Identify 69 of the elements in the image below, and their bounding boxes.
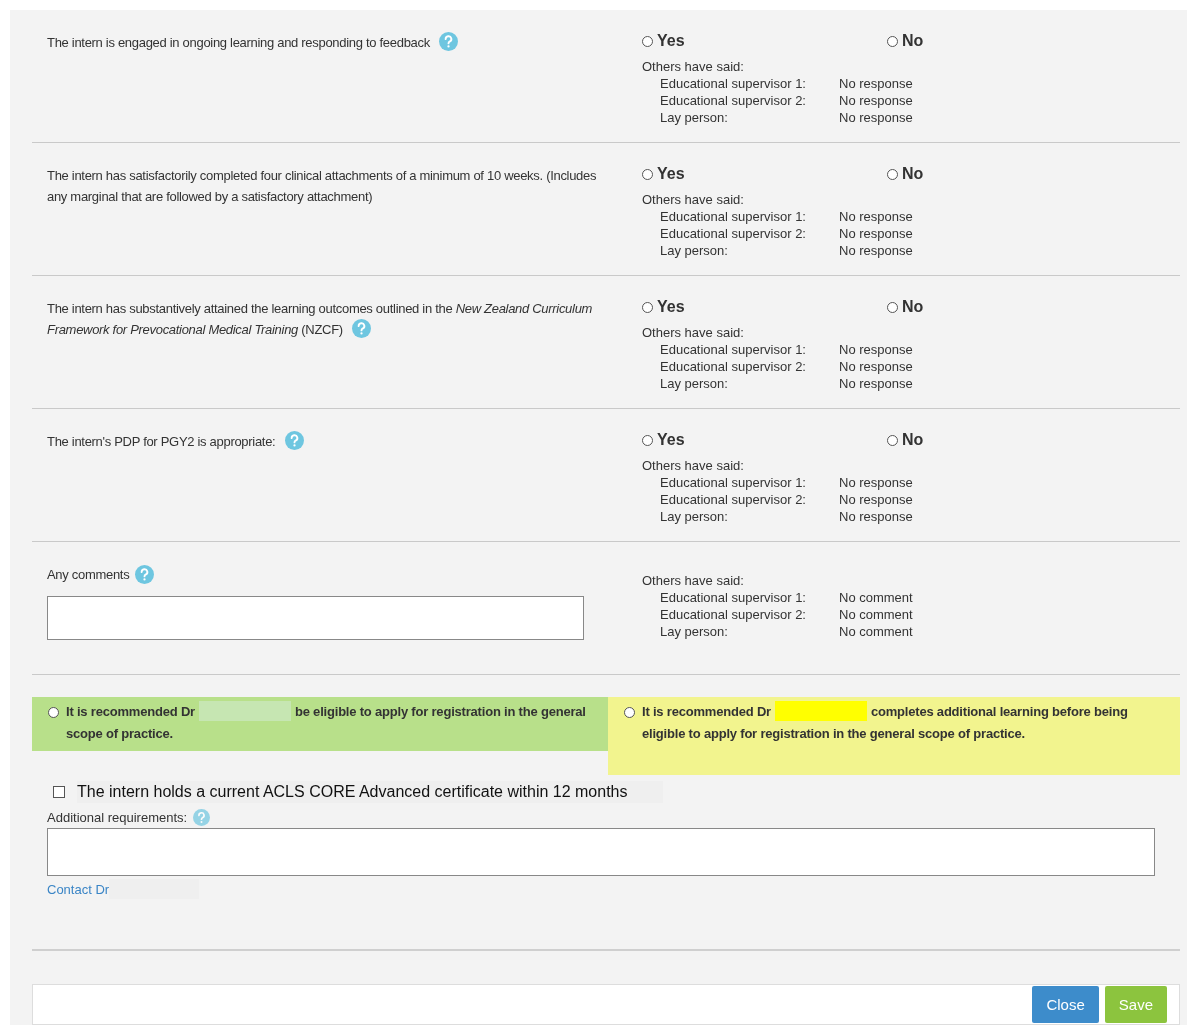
option-label[interactable]: No (902, 431, 924, 449)
reviewer-role: Educational supervisor 2: (660, 358, 807, 375)
reviewer-role: Educational supervisor 1: (660, 75, 807, 92)
reviewer-role: Lay person: (660, 623, 729, 640)
reviewer-answer: No response (839, 208, 914, 225)
reviewer-role: Educational supervisor 2: (660, 92, 807, 109)
question-text: The intern has satisfactorily completed four clinical attachments of a minimum of 10 weeks. (Includes any marginal that are followed by a satisfactory attachment) (47, 168, 597, 204)
option-label[interactable]: Yes (657, 32, 685, 50)
reviewer-role: Educational supervisor 2: (660, 491, 807, 508)
others-heading: Others have said: (642, 572, 745, 589)
radio-button[interactable] (642, 35, 653, 47)
radio-button[interactable] (642, 301, 653, 313)
radio-button[interactable] (624, 707, 635, 718)
reviewer-answer: No response (839, 341, 914, 358)
comment-field[interactable] (47, 596, 584, 640)
others-heading: Others have said: (642, 58, 745, 75)
others-heading: Others have said: (642, 457, 745, 474)
question-text: The intern is engaged in ongoing learning and responding to feedback (47, 35, 459, 50)
radio-button[interactable] (887, 168, 898, 180)
radio-button[interactable] (642, 168, 653, 180)
requirements-field[interactable] (47, 828, 1155, 876)
reviewer-role: Lay person: (660, 508, 729, 525)
reviewer-answer: No response (839, 109, 914, 126)
option-label[interactable]: Yes (657, 298, 685, 316)
close-button[interactable]: Close (1032, 986, 1099, 1023)
reviewer-role: Educational supervisor 2: (660, 606, 807, 623)
option-label[interactable]: No (902, 165, 924, 183)
question-text: The intern's PDP for PGY2 is appropriate: (47, 434, 304, 449)
recommendation-text: It is recommended Dr be eligible to apply for registration in the general scope of practice. (66, 701, 600, 745)
option-label[interactable]: No (902, 32, 924, 50)
reviewer-answer: No comment (839, 589, 914, 606)
reviewer-role: Lay person: (660, 109, 729, 126)
contact-link[interactable]: Contact Dr (47, 881, 110, 897)
reviewer-answer: No response (839, 225, 914, 242)
option-label[interactable]: Yes (657, 165, 685, 183)
reviewer-answer: No comment (839, 623, 914, 640)
reviewer-answer: No response (839, 75, 914, 92)
checkbox[interactable] (53, 786, 65, 798)
reviewer-answer: No response (839, 508, 914, 525)
reviewer-answer: No comment (839, 606, 914, 623)
question-text: The intern has substantively attained the learning outcomes outlined in the New Zealand Curriculum Framework for Prevocational Medical Training (NZCF) (47, 301, 593, 337)
reviewer-role: Educational supervisor 1: (660, 208, 807, 225)
radio-button[interactable] (887, 301, 898, 313)
reviewer-answer: No response (839, 242, 914, 259)
radio-button[interactable] (642, 434, 653, 446)
radio-button[interactable] (887, 35, 898, 47)
reviewer-role: Educational supervisor 2: (660, 225, 807, 242)
reviewer-answer: No response (839, 358, 914, 375)
recommendation-option[interactable]: It is recommended Dr be eligible to apply for registration in the general scope of practice. (32, 697, 608, 751)
others-heading: Others have said: (642, 324, 745, 341)
radio-button[interactable] (48, 707, 59, 718)
recommendation-text: It is recommended Dr completes additional learning before being eligible to apply for registration in the general scope of practice. (642, 701, 1172, 745)
reviewer-answer: No response (839, 375, 914, 392)
radio-button[interactable] (887, 434, 898, 446)
recommendation-option[interactable]: It is recommended Dr completes additional learning before being eligible to apply for registration in the general scope of practice. (608, 697, 1180, 775)
reviewer-answer: No response (839, 92, 914, 109)
reviewer-role: Educational supervisor 1: (660, 341, 807, 358)
option-label[interactable]: No (902, 298, 924, 316)
reviewer-role: Educational supervisor 1: (660, 589, 807, 606)
reviewer-role: Lay person: (660, 375, 729, 392)
reviewer-role: Educational supervisor 1: (660, 474, 807, 491)
reviewer-answer: No response (839, 491, 914, 508)
checkbox-label: The intern holds a current ACLS CORE Advanced certificate within 12 months (77, 781, 663, 803)
reviewer-answer: No response (839, 474, 914, 491)
field-label: Additional requirements: (47, 810, 188, 825)
reviewer-role: Lay person: (660, 242, 729, 259)
others-heading: Others have said: (642, 191, 745, 208)
option-label[interactable]: Yes (657, 431, 685, 449)
field-label: Any comments (47, 566, 130, 584)
